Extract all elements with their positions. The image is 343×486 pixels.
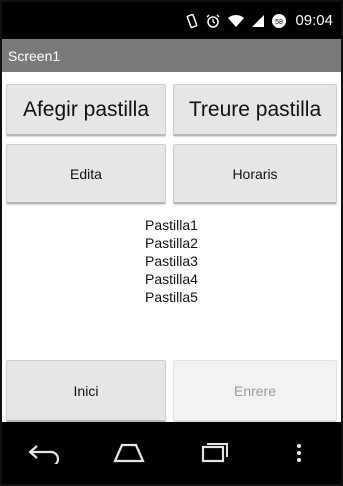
list-item[interactable]: Pastilla2 (2, 234, 341, 252)
back-icon[interactable] (20, 433, 68, 473)
add-pill-button[interactable]: Afegir pastilla (6, 84, 166, 136)
wifi-icon (227, 13, 245, 29)
battery-level: 58 (276, 19, 284, 26)
recent-apps-icon[interactable] (190, 433, 238, 473)
status-bar: 58 09:04 (2, 2, 341, 39)
vibrate-icon (185, 13, 199, 29)
list-item[interactable]: Pastilla3 (2, 252, 341, 270)
remove-pill-button[interactable]: Treure pastilla (173, 84, 337, 136)
list-item[interactable]: Pastilla1 (2, 216, 341, 234)
clock: 09:04 (295, 12, 333, 29)
back-button: Enrere (173, 360, 337, 422)
schedules-button[interactable]: Horaris (173, 144, 337, 204)
home-button[interactable]: Inici (6, 360, 166, 422)
pill-list: Pastilla1 Pastilla2 Pastilla3 Pastilla4 … (2, 216, 341, 306)
navigation-bar (2, 422, 341, 484)
edit-button[interactable]: Edita (6, 144, 166, 204)
battery-icon: 58 (271, 13, 287, 29)
main-content: Afegir pastilla Treure pastilla Edita Ho… (2, 72, 341, 422)
signal-icon (251, 13, 265, 29)
alarm-icon (205, 13, 221, 29)
screen-title: Screen1 (8, 47, 61, 64)
menu-icon[interactable] (275, 433, 323, 473)
list-item[interactable]: Pastilla5 (2, 288, 341, 306)
list-item[interactable]: Pastilla4 (2, 270, 341, 288)
home-icon[interactable] (105, 433, 153, 473)
title-bar: Screen1 (2, 39, 341, 72)
